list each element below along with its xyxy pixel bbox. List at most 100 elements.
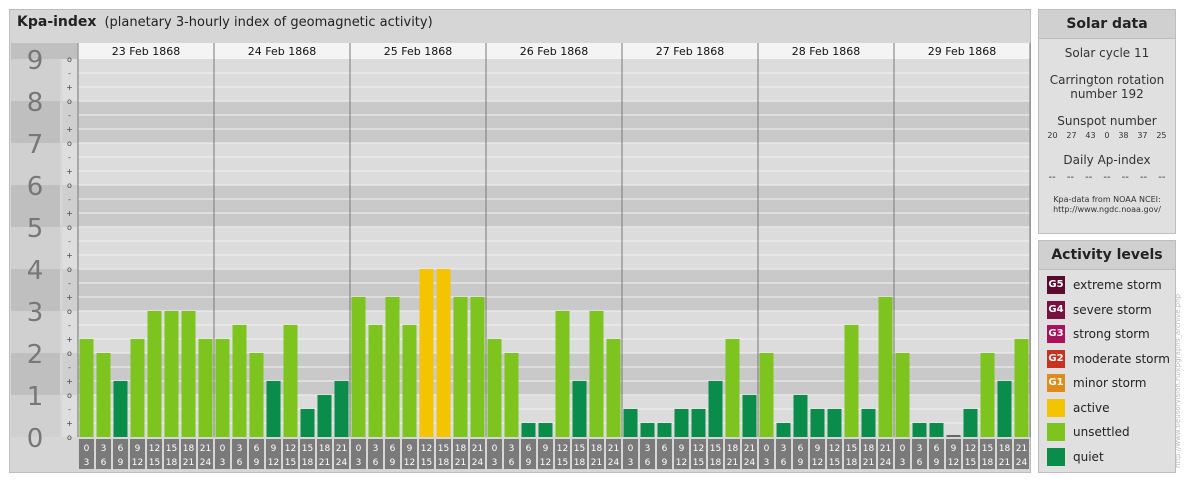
kp-bar: [300, 408, 315, 437]
interval-end-label: 12: [676, 458, 687, 468]
interval-start-label: 0: [628, 444, 634, 454]
interval-start-label: 0: [220, 444, 226, 454]
y-subtick-label: -: [68, 405, 71, 414]
kp-bar: [963, 408, 978, 437]
interval-end-label: 24: [744, 458, 756, 468]
interval-end-label: 21: [183, 458, 194, 468]
interval-start-label: 9: [679, 444, 685, 454]
kp-bar: [164, 311, 179, 437]
activity-level-item: quiet: [1047, 445, 1175, 470]
y-subtick-label: -: [68, 153, 71, 162]
interval-start-label: 3: [509, 444, 515, 454]
interval-start-label: 21: [336, 444, 347, 454]
y-tick-label: 3: [27, 298, 44, 328]
y-subtick-label: o: [67, 265, 72, 274]
interval-end-label: 21: [727, 458, 738, 468]
interval-end-label: 15: [285, 458, 296, 468]
interval-end-label: 12: [132, 458, 143, 468]
interval-end-label: 15: [149, 458, 160, 468]
kpa-chart: 23 Feb 1868 24 Feb 1868 25 Feb 1868 26 Feb …: [11, 43, 1031, 469]
interval-end-label: 24: [200, 458, 212, 468]
activity-level-item: G2 moderate storm: [1047, 347, 1175, 372]
interval-end-label: 18: [302, 458, 314, 468]
interval-start-label: 21: [472, 444, 483, 454]
kp-bar: [147, 311, 162, 437]
kp-bar: [912, 423, 927, 437]
interval-end-label: 18: [574, 458, 586, 468]
y-tick-label: 1: [27, 382, 44, 412]
kp-bar: [929, 423, 944, 437]
y-subtick-label: +: [66, 209, 73, 218]
kp-bar: [759, 353, 774, 437]
interval-end-label: 6: [237, 458, 243, 468]
kp-bar: [691, 408, 706, 437]
sunspot-value: 25: [1156, 131, 1167, 140]
interval-end-label: 6: [645, 458, 651, 468]
kp-bar: [419, 269, 434, 437]
kp-bar: [351, 297, 366, 437]
interval-start-label: 15: [438, 444, 449, 454]
kp-bar: [589, 311, 604, 437]
interval-end-label: 12: [948, 458, 959, 468]
sunspot-value: 27: [1066, 131, 1077, 140]
y-tick-label: 6: [27, 172, 44, 202]
kp-bar: [521, 423, 536, 437]
day-label: 26 Feb 1868: [520, 45, 588, 58]
y-subtick-label: -: [68, 279, 71, 288]
interval-end-label: 9: [662, 458, 668, 468]
kp-bar: [96, 353, 111, 437]
kp-bar: [385, 297, 400, 437]
kp-bar: [504, 353, 519, 437]
interval-end-label: 15: [965, 458, 976, 468]
ap-value: --: [1139, 172, 1148, 183]
activity-level-label: severe storm: [1073, 302, 1152, 317]
activity-level-label: extreme storm: [1073, 278, 1162, 293]
kp-bar: [776, 423, 791, 437]
interval-start-label: 9: [407, 444, 413, 454]
kp-bar: [317, 395, 332, 437]
y-subtick-label: o: [67, 349, 72, 358]
activity-level-item: G5 extreme storm: [1047, 273, 1175, 298]
interval-start-label: 0: [492, 444, 498, 454]
interval-end-label: 12: [540, 458, 551, 468]
interval-start-label: 3: [237, 444, 243, 454]
y-subtick-label: -: [68, 237, 71, 246]
interval-end-label: 6: [373, 458, 379, 468]
kp-bar: [708, 381, 723, 437]
kp-bar: [810, 408, 825, 437]
interval-end-label: 18: [710, 458, 722, 468]
interval-end-label: 18: [166, 458, 178, 468]
y-subtick-label: -: [68, 321, 71, 330]
activity-level-swatch: [1047, 398, 1065, 417]
interval-end-label: 15: [421, 458, 432, 468]
kp-bar: [657, 423, 672, 437]
kp-bar-zero: [946, 435, 961, 437]
activity-level-item: G3 strong storm: [1047, 322, 1175, 347]
kp-sub-band: [62, 185, 77, 227]
kp-bar: [895, 353, 910, 437]
ap-value: --: [1103, 172, 1111, 183]
y-tick-label: 9: [27, 46, 44, 76]
sunspot-value: 20: [1047, 131, 1058, 140]
kp-sub-band: [62, 395, 77, 437]
kp-sub-band: [62, 143, 77, 185]
interval-start-label: 6: [118, 444, 124, 454]
interval-start-label: 0: [356, 444, 362, 454]
kp-sub-band: [62, 59, 77, 101]
interval-end-label: 15: [693, 458, 704, 468]
interval-start-label: 15: [982, 444, 993, 454]
y-subtick-label: o: [67, 433, 72, 442]
y-subtick-label: o: [67, 223, 72, 232]
interval-start-label: 18: [863, 444, 875, 454]
activity-level-label: strong storm: [1073, 327, 1150, 342]
interval-start-label: 6: [390, 444, 396, 454]
interval-end-label: 24: [1016, 458, 1028, 468]
day-label: 28 Feb 1868: [792, 45, 860, 58]
activity-level-item: active: [1047, 396, 1175, 421]
kp-bar: [623, 408, 638, 437]
kp-bar: [844, 324, 859, 437]
kp-bar: [130, 339, 145, 437]
y-subtick-label: o: [67, 307, 72, 316]
interval-end-label: 21: [319, 458, 330, 468]
interval-end-label: 12: [268, 458, 279, 468]
